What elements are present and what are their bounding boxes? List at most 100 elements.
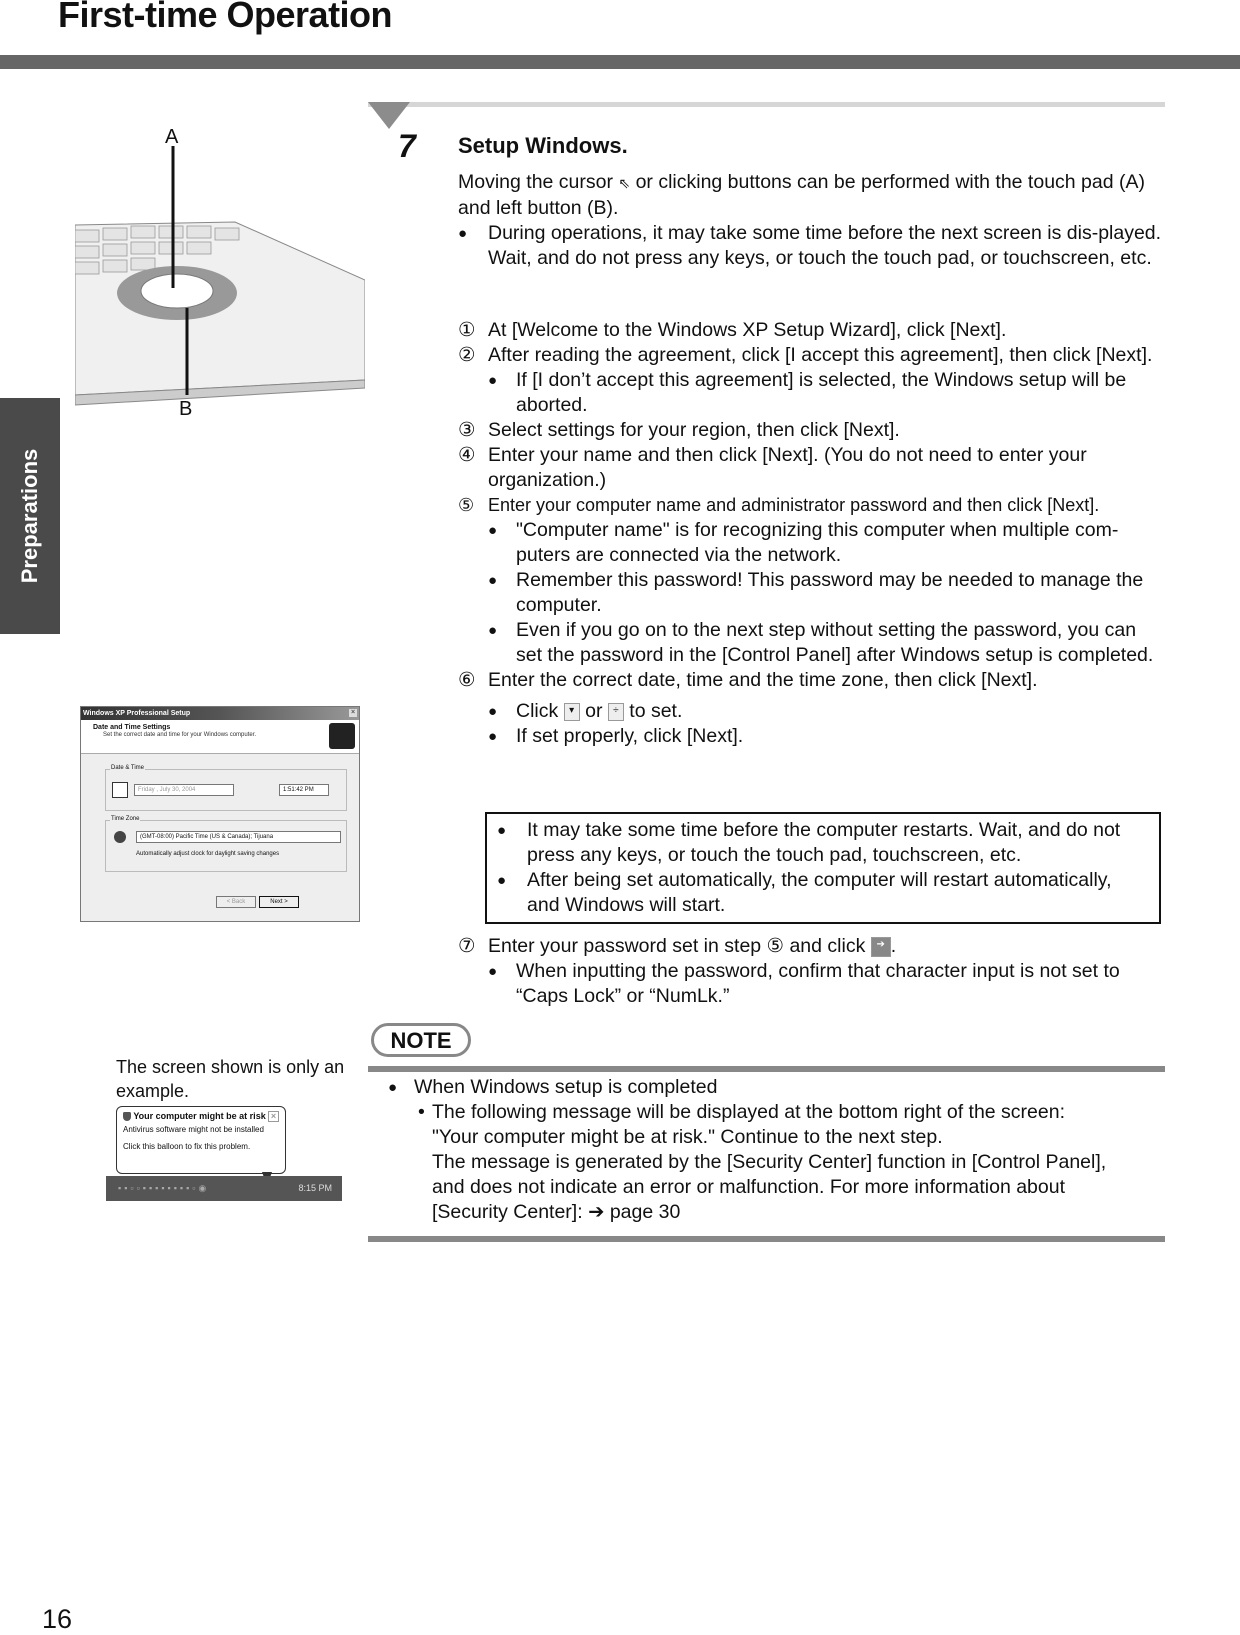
bullet-icon: ●: [488, 963, 498, 980]
balloon-title: Your computer might be at risk ×: [123, 1111, 279, 1122]
time-zone-select: (GMT-08:00) Pacific Time (US & Canada); …: [136, 831, 341, 843]
intro-bullet-text-2: Wait, and do not press any keys, or touc…: [488, 247, 1152, 269]
arrow-right-icon: ➔: [588, 1201, 605, 1223]
intro-bullet: ● During operations, it may take some ti…: [458, 221, 1163, 271]
date-field: Friday , July 30, 2004: [134, 784, 234, 796]
item-text: After reading the agreement, click [I ac…: [488, 344, 1153, 366]
taskbar-screenshot: ▪▪▫▫▪▪▪▪▪▪▪▪▫◉ 8:15 PM: [106, 1176, 342, 1201]
dialog-heading: Date and Time Settings: [93, 724, 171, 731]
security-balloon-screenshot: Your computer might be at risk × Antivir…: [116, 1106, 286, 1174]
spinner-icon: ÷: [607, 702, 624, 721]
cursor-icon: ⇖: [618, 175, 631, 191]
dst-checkbox: Automatically adjust clock for daylight …: [136, 851, 280, 857]
list-item: ③ Select settings for your region, then …: [458, 418, 1163, 443]
page-title: First-time Operation: [58, 0, 393, 35]
sub-marker: •: [418, 1101, 425, 1123]
bullet-icon: ●: [497, 822, 507, 839]
dialog-titlebar: Windows XP Professional Setup ×: [81, 707, 359, 720]
caution-item: ● After being set automatically, the com…: [497, 868, 1149, 918]
item-marker: ⑤: [458, 495, 475, 515]
item-text: At [Welcome to the Windows XP Setup Wiza…: [488, 319, 1007, 341]
back-button: < Back: [216, 896, 256, 908]
bullet-icon: ●: [488, 728, 498, 745]
shield-icon: [123, 1112, 131, 1122]
page-reference-link[interactable]: page 30: [610, 1201, 681, 1223]
dialog-subheading: Set the correct date and time for your W…: [103, 732, 257, 738]
time-zone-group: Time Zone (GMT-08:00) Pacific Time (US &…: [105, 816, 347, 872]
list-item: ⑥ Enter the correct date, time and the t…: [458, 668, 1163, 693]
bullet-icon: ●: [488, 572, 498, 589]
caution-box: ● It may take some time before the compu…: [485, 812, 1161, 924]
dialog-header: Date and Time Settings Set the correct d…: [81, 720, 359, 754]
bullet-icon: ●: [458, 225, 468, 242]
item-text: Enter your password set in step ⑤ and cl…: [488, 935, 866, 957]
subitem-text: If set properly, click [Next].: [516, 725, 744, 747]
list-item: ② After reading the agreement, click [I …: [458, 343, 1163, 368]
section-tab-label: Preparations: [17, 448, 42, 584]
caution-item: ● It may take some time before the compu…: [497, 818, 1149, 868]
next-arrow-icon: ➔: [870, 936, 891, 957]
list-item: ④ Enter your name and then click [Next].…: [458, 443, 1163, 493]
list-item: ⑦ Enter your password set in step ⑤ and …: [458, 934, 1163, 959]
note-item: ● When Windows setup is completed: [388, 1075, 1168, 1100]
bullet-icon: ●: [488, 372, 498, 389]
note-subtext: "Your computer might be at risk." Contin…: [432, 1126, 943, 1148]
tray-clock: 8:15 PM: [298, 1183, 332, 1193]
step-items-cont: ⑦ Enter your password set in step ⑤ and …: [458, 934, 1163, 1009]
list-subitem: ● When inputting the password, confirm t…: [458, 959, 1163, 1009]
date-time-group: Date & Time Friday , July 30, 2004 1:51:…: [105, 765, 347, 811]
list-item: ⑤ Enter your computer name and administr…: [458, 493, 1163, 518]
step-title: Setup Windows.: [458, 133, 628, 158]
subitem-text: Remember this password! This password ma…: [516, 569, 1144, 616]
note-text: When Windows setup is completed: [414, 1076, 718, 1098]
step-intro: Moving the cursor ⇖ or clicking buttons …: [458, 170, 1163, 271]
label-a: A: [165, 126, 179, 148]
subitem-text: Even if you go on to the next step witho…: [516, 619, 1154, 666]
intro-text-1: Moving the cursor: [458, 171, 613, 193]
item-marker: ④: [458, 444, 476, 466]
next-button: Next >: [259, 896, 299, 908]
list-subitem: ● Even if you go on to the next step wit…: [458, 618, 1163, 668]
header-bar: [0, 55, 1240, 69]
list-subitem: ● Click ▾ or ÷ to set.: [458, 699, 1163, 724]
item-marker: ⑥: [458, 669, 476, 691]
caution-text: After being set automatically, the compu…: [527, 869, 1112, 916]
note-subtext: The message is generated by the [Securit…: [432, 1151, 1107, 1223]
intro-bullet-text: During operations, it may take some time…: [488, 222, 1162, 244]
step-items: ① At [Welcome to the Windows XP Setup Wi…: [458, 318, 1163, 749]
bullet-icon: ●: [488, 522, 498, 539]
item-text: .: [890, 935, 897, 957]
dialog-title: Windows XP Professional Setup: [83, 710, 191, 717]
close-icon: ×: [349, 709, 357, 717]
group-label: Time Zone: [110, 816, 141, 822]
tray-icons: ▪▪▫▫▪▪▪▪▪▪▪▪▫◉: [118, 1183, 210, 1193]
note-subitem: • The following message will be displaye…: [388, 1100, 1132, 1225]
dropdown-arrow-icon: ▾: [563, 702, 580, 721]
bullet-icon: ●: [497, 872, 507, 889]
page-number: 16: [42, 1604, 73, 1634]
item-marker: ⑦: [458, 935, 476, 957]
setup-cd-icon: [329, 723, 355, 749]
time-field: 1:51:42 PM: [279, 784, 329, 796]
item-text: Enter your name and then click [Next]. (…: [488, 444, 1087, 491]
bullet-icon: ●: [488, 703, 498, 720]
subitem-text: "Computer name" is for recognizing this …: [516, 519, 1119, 566]
bullet-icon: ●: [388, 1079, 398, 1096]
subitem-text: or: [585, 700, 603, 722]
label-b: B: [179, 398, 193, 420]
item-text: Enter the correct date, time and the tim…: [488, 669, 1038, 691]
subitem-text: When inputting the password, confirm tha…: [516, 960, 1120, 1007]
calendar-clock-icon: [112, 782, 128, 798]
step-marker-triangle: [368, 102, 410, 129]
group-label: Date & Time: [110, 765, 146, 771]
item-text: Select settings for your region, then cl…: [488, 419, 900, 441]
item-text: Enter your computer name and administrat…: [488, 495, 1100, 515]
bullet-icon: ●: [488, 622, 498, 639]
subitem-text: to set.: [629, 700, 683, 722]
list-subitem: ● If [I don’t accept this agreement] is …: [458, 368, 1163, 418]
laptop-touchpad-illustration: A B: [74, 126, 366, 430]
caution-text: It may take some time before the compute…: [527, 819, 1121, 866]
note-divider-top: [368, 1066, 1165, 1072]
subitem-text: If [I don’t accept this agreement] is se…: [516, 369, 1127, 416]
note-badge: NOTE: [371, 1023, 471, 1057]
